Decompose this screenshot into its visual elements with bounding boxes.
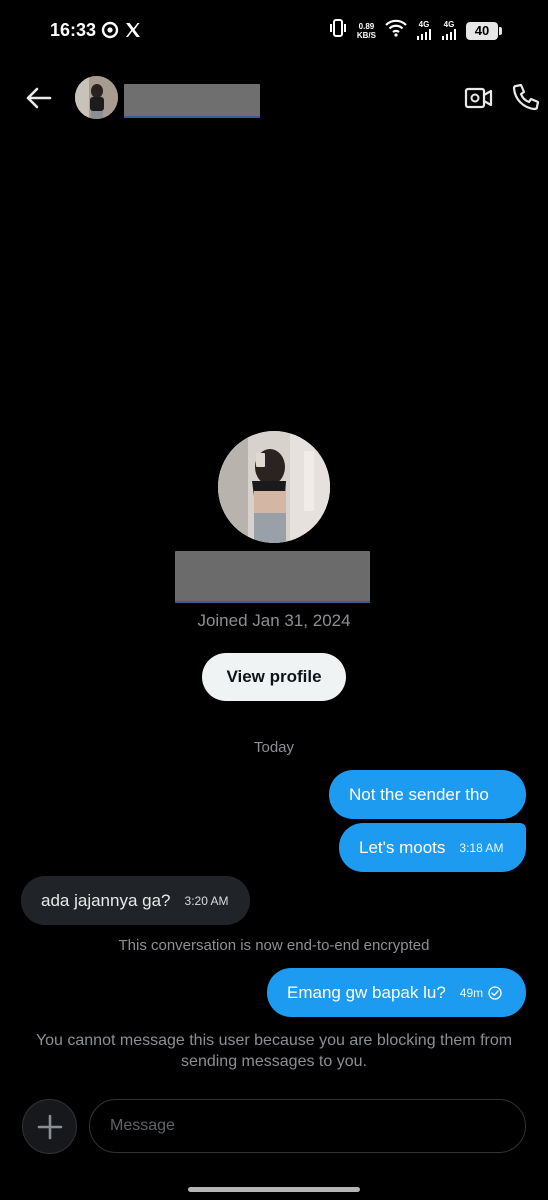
message-text: ada jajannya ga? bbox=[41, 890, 171, 910]
network-speed-value: 0.89 bbox=[358, 21, 375, 31]
wifi-icon bbox=[385, 19, 407, 42]
voice-call-button[interactable] bbox=[511, 82, 541, 112]
message-timestamp: 49m bbox=[459, 985, 484, 1000]
video-call-icon bbox=[464, 87, 493, 109]
message-bubble-sent[interactable]: Emang gw bapak lu? 49m bbox=[267, 968, 526, 1017]
location-target-icon bbox=[101, 21, 119, 44]
blocked-notice: You cannot message this user because you… bbox=[35, 1032, 513, 1070]
battery-indicator: 40 bbox=[466, 21, 502, 40]
x-logo-icon bbox=[125, 22, 141, 43]
profile-avatar[interactable] bbox=[218, 431, 330, 543]
phone-icon bbox=[512, 83, 540, 111]
message-bubble-sent[interactable]: Not the sender tho bbox=[329, 770, 526, 819]
avatar-photo bbox=[75, 76, 118, 119]
conversation-header bbox=[0, 70, 548, 126]
video-call-button[interactable] bbox=[464, 84, 494, 112]
back-button[interactable] bbox=[22, 82, 54, 114]
message-text: Not the sender tho bbox=[349, 784, 489, 804]
status-system-icons: 0.89 KB/S 4G 4G 40 bbox=[328, 19, 502, 42]
plus-icon bbox=[37, 1114, 62, 1139]
home-indicator[interactable] bbox=[188, 1187, 360, 1192]
signal-bars-icon bbox=[442, 29, 456, 40]
status-notification-icons bbox=[101, 21, 141, 44]
status-bar: 16:33 0.89 KB/S 4G 4G 40 bbox=[0, 0, 548, 62]
battery-level: 40 bbox=[474, 23, 490, 38]
avatar-photo bbox=[218, 431, 330, 543]
day-separator: Today bbox=[253, 739, 295, 756]
cell-signal-2: 4G bbox=[441, 21, 457, 40]
network-speed-unit: KB/S bbox=[356, 30, 376, 40]
message-text: Let's moots bbox=[359, 837, 446, 857]
cell-signal-2-label: 4G bbox=[443, 20, 455, 29]
message-bubble-received[interactable]: ada jajannya ga? 3:20 AM bbox=[21, 876, 250, 925]
message-timestamp: 3:18 AM bbox=[459, 840, 504, 855]
joined-date: Joined Jan 31, 2024 bbox=[197, 611, 351, 630]
network-speed: 0.89 KB/S bbox=[357, 22, 376, 40]
message-input[interactable] bbox=[89, 1099, 526, 1153]
profile-name-redacted bbox=[175, 551, 370, 603]
cell-signal-1: 4G bbox=[416, 21, 432, 40]
message-timestamp: 3:20 AM bbox=[184, 893, 229, 908]
seen-check-icon bbox=[488, 985, 502, 1000]
message-bubble-sent[interactable]: Let's moots 3:18 AM bbox=[339, 823, 526, 872]
view-profile-button[interactable]: View profile bbox=[202, 653, 346, 701]
cell-signal-1-label: 4G bbox=[418, 20, 430, 29]
arrow-left-icon bbox=[26, 87, 52, 109]
status-time: 16:33 bbox=[50, 20, 97, 40]
encryption-notice: This conversation is now end-to-end encr… bbox=[118, 937, 430, 954]
message-text: Emang gw bapak lu? bbox=[287, 982, 446, 1002]
signal-bars-icon bbox=[417, 29, 431, 40]
header-username-redacted[interactable] bbox=[124, 84, 260, 118]
add-media-button[interactable] bbox=[22, 1099, 77, 1154]
header-avatar[interactable] bbox=[75, 76, 118, 119]
vibrate-icon bbox=[328, 19, 348, 42]
